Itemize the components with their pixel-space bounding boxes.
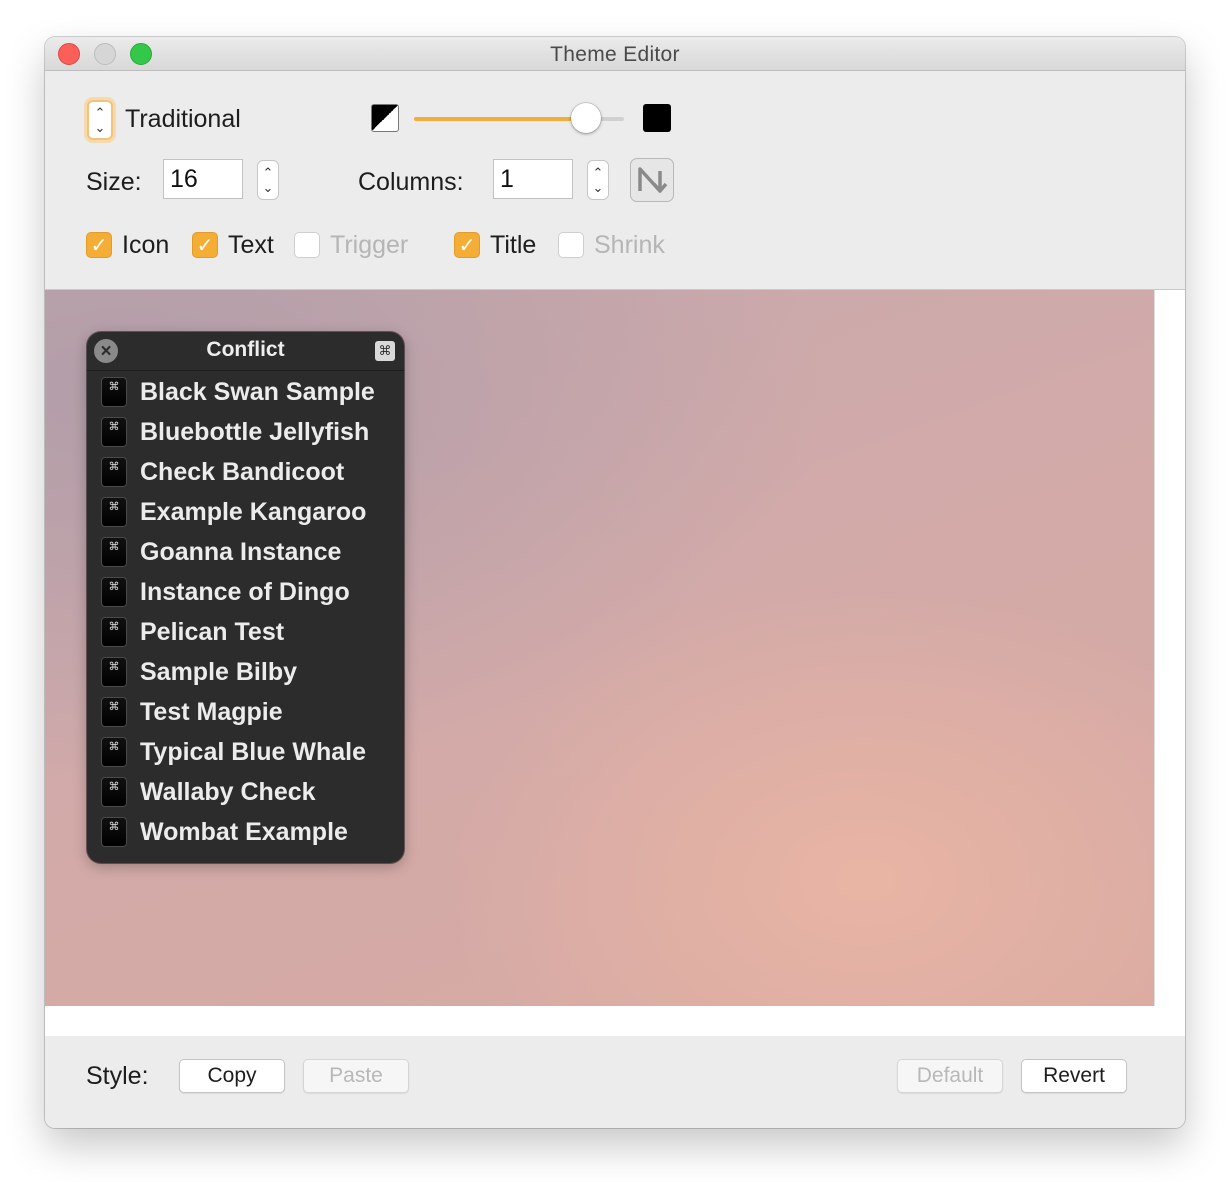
theme-editor-window: Theme Editor ⌃ ⌄ Traditional Size: 16 ⌃ …	[45, 37, 1185, 1128]
palette-item[interactable]: ⌘ Example Kangaroo	[87, 492, 404, 532]
opaque-swatch-icon[interactable]	[643, 104, 671, 132]
command-key-icon: ⌘	[101, 777, 127, 807]
command-key-icon: ⌘	[101, 417, 127, 447]
palette-item-label: Instance of Dingo	[140, 577, 350, 606]
palette-title: Conflict	[206, 338, 285, 361]
palette-item-label: Black Swan Sample	[140, 377, 375, 406]
palette-item[interactable]: ⌘ Wombat Example	[87, 812, 404, 852]
palette-item[interactable]: ⌘ Sample Bilby	[87, 652, 404, 692]
palette-item[interactable]: ⌘ Check Bandicoot	[87, 452, 404, 492]
command-key-icon: ⌘	[101, 817, 127, 847]
opacity-slider-fill	[414, 117, 587, 121]
palette-item[interactable]: ⌘ Test Magpie	[87, 692, 404, 732]
chevron-up-icon: ⌃	[262, 165, 274, 180]
command-key-icon: ⌘	[375, 341, 395, 361]
palette-item[interactable]: ⌘ Goanna Instance	[87, 532, 404, 572]
palette-item-label: Test Magpie	[140, 697, 283, 726]
command-key-icon: ⌘	[101, 377, 127, 407]
palette-item-label: Pelican Test	[140, 617, 285, 646]
command-key-icon: ⌘	[101, 537, 127, 567]
command-key-icon: ⌘	[101, 697, 127, 727]
window-title: Theme Editor	[550, 43, 680, 66]
checkbox-checked-icon: ✓	[86, 232, 112, 258]
command-key-icon: ⌘	[101, 457, 127, 487]
palette-item[interactable]: ⌘ Bluebottle Jellyfish	[87, 412, 404, 452]
checkbox-trigger-toggle[interactable]: Trigger	[294, 230, 408, 260]
command-key-icon: ⌘	[101, 737, 127, 767]
size-field[interactable]: 16	[163, 159, 243, 199]
checkbox-label: Text	[228, 230, 274, 259]
palette-item-label: Goanna Instance	[140, 537, 342, 566]
desktop-preview: × Conflict ⌘ ⌘ Black Swan Sample ⌘ Bluebott…	[45, 290, 1155, 1006]
columns-stepper[interactable]: ⌃ ⌄	[587, 160, 609, 200]
palette-item-label: Example Kangaroo	[140, 497, 367, 526]
columns-label: Columns:	[358, 168, 464, 196]
style-label: Style:	[86, 1062, 149, 1090]
palette-item-label: Bluebottle Jellyfish	[140, 417, 370, 446]
conflict-palette-preview[interactable]: × Conflict ⌘ ⌘ Black Swan Sample ⌘ Bluebott…	[87, 332, 404, 863]
checkbox-unchecked-icon	[558, 232, 584, 258]
zigzag-arrow-icon	[638, 167, 668, 193]
revert-button[interactable]: Revert	[1021, 1059, 1127, 1093]
checkbox-icon-toggle[interactable]: ✓ Icon	[86, 230, 169, 260]
palette-item-label: Wombat Example	[140, 817, 348, 846]
copy-button[interactable]: Copy	[179, 1059, 285, 1093]
palette-item-label: Sample Bilby	[140, 657, 297, 686]
checkbox-checked-icon: ✓	[454, 232, 480, 258]
size-stepper[interactable]: ⌃ ⌄	[257, 160, 279, 200]
palette-header: × Conflict ⌘	[87, 332, 404, 371]
palette-item[interactable]: ⌘ Pelican Test	[87, 612, 404, 652]
footer-bar: Style: Copy Paste Default Revert	[45, 1036, 1185, 1128]
palette-item[interactable]: ⌘ Wallaby Check	[87, 772, 404, 812]
chevron-down-icon: ⌄	[262, 180, 274, 195]
command-key-icon: ⌘	[101, 657, 127, 687]
preview-area: × Conflict ⌘ ⌘ Black Swan Sample ⌘ Bluebott…	[45, 289, 1185, 1037]
palette-item[interactable]: ⌘ Instance of Dingo	[87, 572, 404, 612]
size-label: Size:	[86, 168, 142, 196]
chevron-up-icon: ⌃	[592, 165, 604, 180]
style-stepper[interactable]: ⌃ ⌄	[87, 100, 113, 140]
columns-field[interactable]: 1	[493, 159, 573, 199]
palette-item-label: Check Bandicoot	[140, 457, 345, 486]
command-key-icon: ⌘	[101, 577, 127, 607]
checkbox-text-toggle[interactable]: ✓ Text	[192, 230, 274, 260]
title-bar[interactable]: Theme Editor	[45, 37, 1185, 71]
palette-item[interactable]: ⌘ Black Swan Sample	[87, 372, 404, 412]
checkbox-label: Trigger	[330, 230, 409, 259]
palette-item-list: ⌘ Black Swan Sample ⌘ Bluebottle Jellyfish ⌘…	[87, 372, 404, 852]
command-key-icon: ⌘	[101, 617, 127, 647]
palette-item-label: Wallaby Check	[140, 777, 316, 806]
checkbox-title-toggle[interactable]: ✓ Title	[454, 230, 536, 260]
default-button[interactable]: Default	[897, 1059, 1003, 1093]
checkbox-label: Icon	[122, 230, 170, 259]
transparent-swatch-icon[interactable]	[371, 104, 399, 132]
checkbox-shrink-toggle[interactable]: Shrink	[558, 230, 665, 260]
paste-button[interactable]: Paste	[303, 1059, 409, 1093]
checkbox-checked-icon: ✓	[192, 232, 218, 258]
palette-item-label: Typical Blue Whale	[140, 737, 366, 766]
palette-item[interactable]: ⌘ Typical Blue Whale	[87, 732, 404, 772]
checkbox-label: Shrink	[594, 230, 665, 259]
opacity-slider-knob[interactable]	[571, 103, 602, 133]
chevron-down-icon: ⌄	[592, 180, 604, 195]
layout-direction-button[interactable]	[630, 158, 674, 202]
checkbox-label: Title	[490, 230, 537, 259]
command-key-icon: ⌘	[101, 497, 127, 527]
chevron-up-icon: ⌃	[94, 105, 106, 120]
style-selector-label: Traditional	[125, 105, 241, 133]
chevron-down-icon: ⌄	[94, 120, 106, 135]
checkbox-unchecked-icon	[294, 232, 320, 258]
